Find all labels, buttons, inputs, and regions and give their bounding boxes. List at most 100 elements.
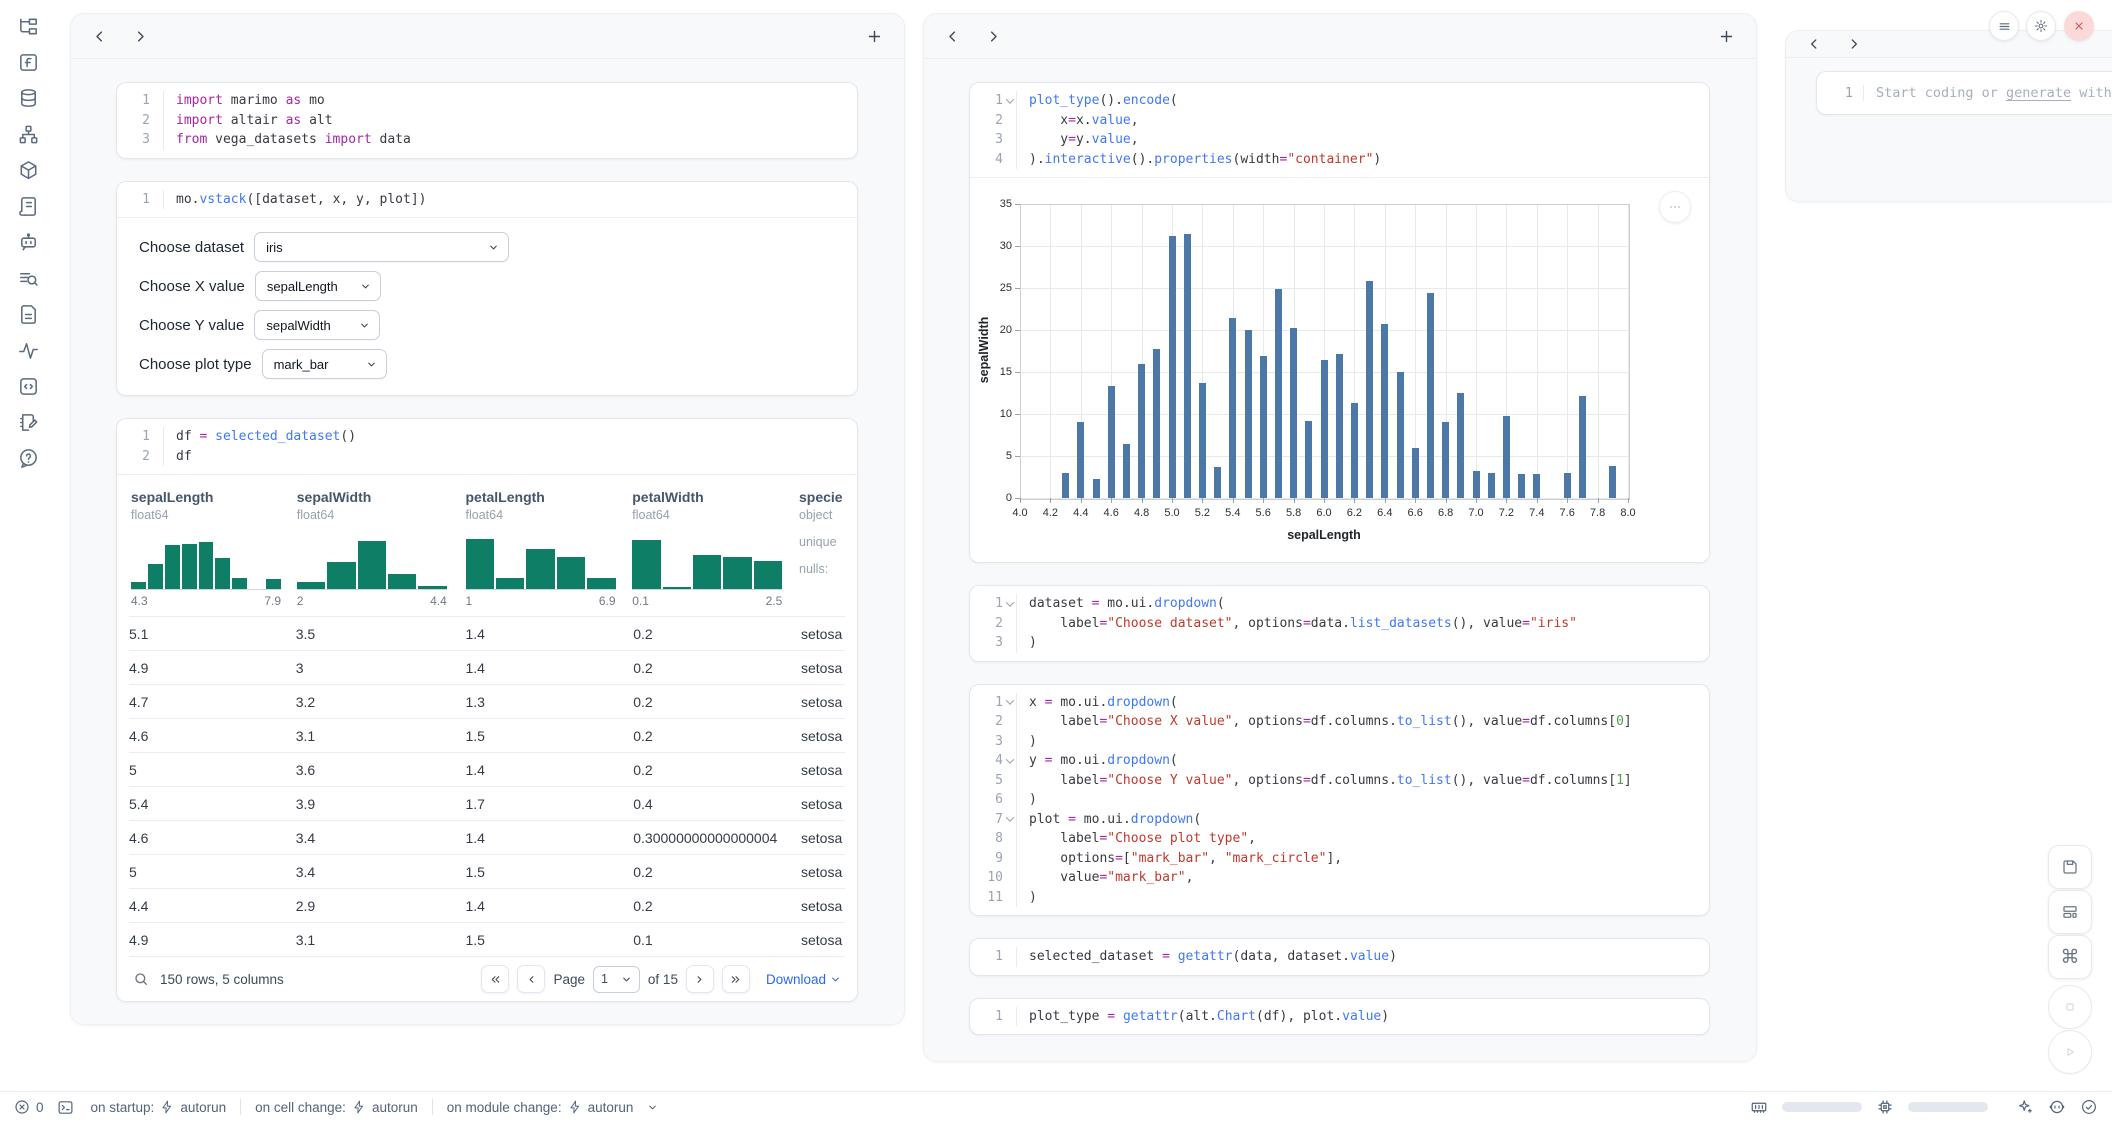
logs-icon[interactable] [17, 267, 40, 290]
next-page-button[interactable] [686, 965, 714, 993]
zap-icon [160, 1100, 174, 1114]
code-line[interactable]: label="Choose dataset", options=data.lis… [1016, 614, 1577, 634]
tracing-icon[interactable] [17, 339, 40, 362]
plot-type-select[interactable]: mark_bar [262, 349, 387, 379]
on-startup-setting[interactable]: on startup: autorun [91, 1100, 227, 1115]
code-line[interactable]: dataset = mo.ui.dropdown( [1016, 594, 1225, 614]
chevron-right-icon[interactable] [133, 29, 148, 44]
line-number: 1 [970, 1007, 1016, 1027]
code-cell-plot[interactable]: 1plot_type().encode(2 x=x.value,3 y=y.va… [969, 82, 1710, 563]
code-line[interactable]: mo.vstack([dataset, x, y, plot]) [163, 190, 427, 210]
code-line[interactable]: y = mo.ui.dropdown( [1016, 751, 1178, 771]
code-line[interactable]: x = mo.ui.dropdown( [1016, 693, 1178, 713]
column-name[interactable]: sepalWidth [297, 489, 452, 505]
dataset-select[interactable]: iris [254, 232, 509, 262]
table-cell: 0.2 [633, 898, 801, 914]
column-name[interactable]: species [799, 489, 829, 505]
terminal-button[interactable] [57, 1099, 74, 1116]
code-line[interactable]: ) [1016, 633, 1037, 653]
altair-bar-chart[interactable]: sepalWidth sepalLength 051015202530354.0… [970, 177, 1709, 562]
code-line[interactable]: df = selected_dataset() [163, 427, 356, 447]
code-cell-selected-dataset[interactable]: 1selected_dataset = getattr(data, datase… [969, 938, 1710, 976]
code-line[interactable]: import altair as alt [163, 111, 333, 131]
shutdown-button[interactable] [2064, 11, 2094, 41]
stop-button[interactable] [2048, 985, 2092, 1029]
generate-link[interactable]: generate [2006, 85, 2071, 101]
code-line[interactable]: label="Choose plot type", [1016, 829, 1256, 849]
x-value-select[interactable]: sepalLength [255, 271, 381, 301]
error-indicator[interactable]: 0 [14, 1099, 44, 1115]
scroll-icon[interactable] [17, 195, 40, 218]
dependencies-icon[interactable] [17, 123, 40, 146]
connection-status-icon[interactable] [2080, 1098, 2098, 1116]
save-button[interactable] [2048, 845, 2092, 889]
code-line[interactable]: x=x.value, [1016, 111, 1139, 131]
functions-icon[interactable] [17, 51, 40, 74]
code-line[interactable]: options=["mark_bar", "mark_circle"], [1016, 849, 1342, 869]
documentation-icon[interactable] [17, 303, 40, 326]
on-module-change-setting[interactable]: on module change: autorun [447, 1100, 659, 1115]
on-cell-change-setting[interactable]: on cell change: autorun [255, 1100, 418, 1115]
code-line[interactable]: plot_type().encode( [1016, 91, 1178, 111]
file-tree-icon[interactable] [17, 15, 40, 38]
code-cell-vstack[interactable]: 1mo.vstack([dataset, x, y, plot]) Choose… [116, 181, 858, 397]
prev-page-button[interactable] [517, 965, 545, 993]
scratchpad-icon[interactable] [17, 411, 40, 434]
code-line[interactable]: ) [1016, 888, 1037, 908]
copilot-icon[interactable] [2048, 1098, 2066, 1116]
column-name[interactable]: petalWidth [632, 489, 785, 505]
code-line[interactable]: y=y.value, [1016, 130, 1139, 150]
save-icon [2061, 858, 2079, 876]
code-line[interactable]: import marimo as mo [163, 91, 325, 111]
chart-menu-button[interactable] [1659, 191, 1691, 223]
chevron-right-icon[interactable] [986, 29, 1001, 44]
add-cell-icon[interactable] [1718, 28, 1735, 45]
packages-icon[interactable] [17, 159, 40, 182]
settings-button[interactable] [2026, 11, 2056, 41]
column-histogram [466, 533, 616, 590]
ai-chat-icon[interactable] [17, 231, 40, 254]
column-name[interactable]: sepalLength [131, 489, 283, 505]
code-line[interactable]: plot = mo.ui.dropdown( [1016, 810, 1201, 830]
help-icon[interactable] [17, 447, 40, 470]
chevron-right-icon[interactable] [1847, 37, 1861, 51]
datasources-icon[interactable] [17, 87, 40, 110]
code-line[interactable]: from vega_datasets import data [163, 130, 411, 150]
first-page-button[interactable] [481, 965, 509, 993]
chevron-left-icon[interactable] [1807, 37, 1821, 51]
empty-code-cell[interactable]: 1 Start coding or generate with AI [1816, 71, 2112, 115]
run-button[interactable] [2048, 1030, 2092, 1074]
code-line[interactable]: selected_dataset = getattr(data, dataset… [1016, 947, 1397, 967]
chevron-left-icon[interactable] [945, 29, 960, 44]
ai-sparkles-icon[interactable] [2016, 1098, 2034, 1116]
code-line[interactable]: label="Choose X value", options=df.colum… [1016, 712, 1632, 732]
code-cell-xy-plot-dropdowns[interactable]: 1x = mo.ui.dropdown(2 label="Choose X va… [969, 684, 1710, 917]
code-cell-plot-type[interactable]: 1plot_type = getattr(alt.Chart(df), plot… [969, 998, 1710, 1036]
download-button[interactable]: Download [766, 972, 841, 987]
table-cell: 3 [296, 660, 466, 676]
keyboard-shortcuts-button[interactable]: ⌘ [2048, 935, 2092, 979]
page-select[interactable]: 1 [593, 966, 640, 993]
snippets-icon[interactable] [17, 375, 40, 398]
code-cell-dataset-dropdown[interactable]: 1dataset = mo.ui.dropdown(2 label="Choos… [969, 585, 1710, 662]
column-histogram [131, 533, 281, 590]
y-value-select[interactable]: sepalWidth [254, 310, 380, 340]
layout-toggle-button[interactable] [2048, 890, 2092, 934]
chevron-left-icon[interactable] [92, 29, 107, 44]
code-line[interactable]: ).interactive().properties(width="contai… [1016, 150, 1381, 170]
add-cell-icon[interactable] [866, 28, 883, 45]
code-line[interactable]: df [163, 447, 192, 467]
code-cell-df[interactable]: 1df = selected_dataset()2df sepalLengthf… [116, 418, 858, 1002]
code-line[interactable]: ) [1016, 732, 1037, 752]
search-icon[interactable] [133, 971, 149, 987]
code-line[interactable]: ) [1016, 790, 1037, 810]
code-line[interactable]: plot_type = getattr(alt.Chart(df), plot.… [1016, 1007, 1389, 1027]
code-line[interactable]: value="mark_bar", [1016, 868, 1193, 888]
column-name[interactable]: petalLength [466, 489, 619, 505]
table-cell: 4.9 [129, 660, 296, 676]
menu-button[interactable] [1989, 11, 2019, 41]
code-line[interactable]: label="Choose Y value", options=df.colum… [1016, 771, 1632, 791]
last-page-button[interactable] [722, 965, 750, 993]
code-cell-imports[interactable]: 1import marimo as mo2import altair as al… [116, 82, 858, 159]
column-histogram [297, 533, 447, 590]
